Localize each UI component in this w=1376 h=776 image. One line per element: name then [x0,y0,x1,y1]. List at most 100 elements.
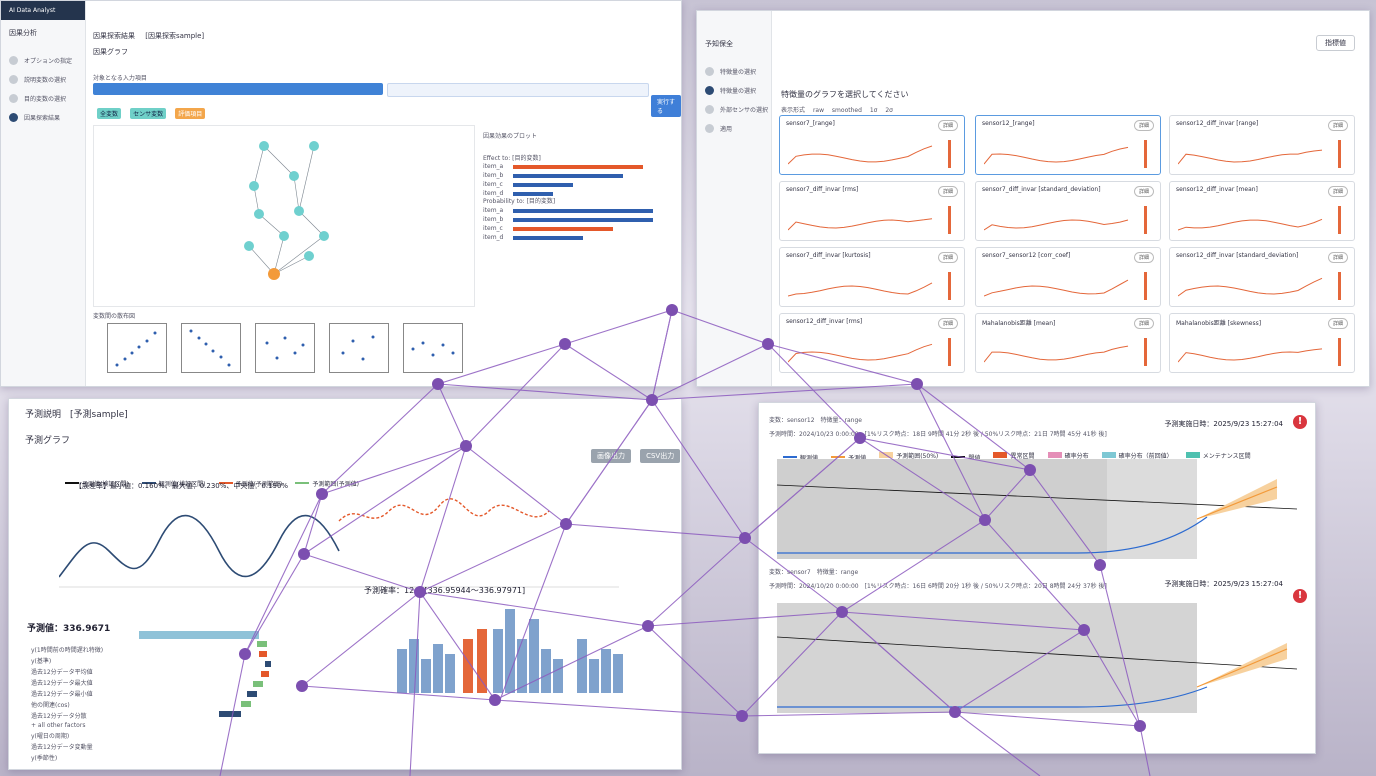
probability-histogram [397,609,623,693]
variable-bar[interactable] [93,83,383,95]
feature-card-sparkline [984,206,1147,234]
factor-item: y(季節性) [31,755,58,762]
alert-icon-2[interactable]: ! [1293,589,1307,603]
feature-card-title: Mahalanobis距離 [mean] [982,320,1056,327]
feature-card[interactable]: sensor12_diff_invar [mean] 詳細 [1169,181,1355,241]
feature-card[interactable]: sensor7_diff_invar [kurtosis] 詳細 [779,247,965,307]
forecast-1-time: 予測実施日時：2025/9/23 15:27:04 [1164,420,1283,428]
feature-card-button[interactable]: 詳細 [937,186,958,197]
feature-card[interactable]: sensor7_diff_invar [rms] 詳細 [779,181,965,241]
step-2[interactable]: 説明変数の選択 [9,75,85,84]
mt-step-2[interactable]: 特徴量の選択 [705,86,771,95]
feature-card-title: sensor12_diff_invar [rms] [786,318,863,325]
causal-graph [93,125,475,307]
feature-card-button[interactable]: 詳細 [1327,252,1348,263]
forecast-1-chart [777,459,1297,559]
forecast-2-chart [777,603,1297,713]
page-title: 因果探索結果 [93,32,135,40]
factor-list: y(1時間前の時間遅れ特徴) y(基準) 過去12分データ平均値 過去12分データ最大… [31,643,103,764]
factor-item: + all other factors [31,722,86,729]
feature-card-button[interactable]: 詳細 [1133,252,1154,263]
feature-card[interactable]: Mahalanobis距離 [mean] 詳細 [975,313,1161,373]
tag-row: 全変数 センサ変数 評価項目 [97,101,209,120]
forecast-1-title: 変数：sensor12 特徴量：range [769,417,862,424]
prob-title: Probability to: [目的変数] [483,198,556,205]
feature-card[interactable]: sensor12_diff_invar [range] 詳細 [1169,115,1355,175]
feature-card-sparkline [788,272,951,300]
section-title: 因果グラフ [93,48,128,56]
pred-section: 予測グラフ [25,436,71,446]
pred-header: 予測説明 [予測sample] [25,410,128,420]
effect-plot-title: 因果効果のプロット [483,133,538,140]
feature-card-sparkline [984,140,1147,168]
feature-card[interactable]: sensor7_diff_invar [standard_deviation] 詳… [975,181,1161,241]
alert-icon[interactable]: ! [1293,415,1307,429]
error-stats: 【誤差率】最小値：0.160%、最大値：0.230%、中央値：0.190% [75,482,289,490]
step-3[interactable]: 目的変数の選択 [9,94,85,103]
factor-item: y(基準) [31,658,52,665]
feature-card-button[interactable]: 詳細 [1133,120,1154,131]
variable-bar-2[interactable] [387,83,649,97]
feature-card-button[interactable]: 詳細 [1133,318,1154,329]
feature-card-sparkline [1178,272,1341,300]
feature-card[interactable]: sensor12_diff_invar [standard_deviation]… [1169,247,1355,307]
feature-card-sparkline [984,272,1147,300]
feature-card[interactable]: Mahalanobis距離 [skewness] 詳細 [1169,313,1355,373]
pred-value: 予測値：336.9671 [27,624,111,634]
mt-step-4[interactable]: 適用 [705,124,771,133]
feature-card-button[interactable]: 詳細 [1327,318,1348,329]
feature-card-sparkline [1178,206,1341,234]
scatter-row [107,323,463,373]
feature-card-sparkline [788,206,951,234]
feature-card[interactable]: sensor7_sensor12 [corr_coef] 詳細 [975,247,1161,307]
mt-header: 特徴量のグラフを選択してください [781,90,909,99]
hist-title: 予測確率：12.5 [336.95944～336.97971] [364,586,526,595]
feature-card-button[interactable]: 詳細 [937,120,958,131]
feature-card-title: sensor7_sensor12 [corr_coef] [982,252,1071,259]
feature-card-button[interactable]: 詳細 [937,252,958,263]
scatter-5 [403,323,463,373]
feature-card-button[interactable]: 詳細 [1327,120,1348,131]
factor-item: 過去12分データ変動量 [31,744,93,751]
feature-card-button[interactable]: 詳細 [1327,186,1348,197]
scatter-4 [329,323,389,373]
factor-item: y(1時間前の時間遅れ特徴) [31,647,104,654]
feature-card-sparkline [788,338,951,366]
feature-card[interactable]: sensor12_diff_invar [rms] 詳細 [779,313,965,373]
tag-eval[interactable]: 評価項目 [175,108,206,119]
csv-export-button[interactable]: CSV出力 [640,449,681,463]
effect-bars: item_a item_b item_c item_d [483,161,643,199]
step-1[interactable]: オプションの指定 [9,56,85,65]
feature-card-title: Mahalanobis距離 [skewness] [1176,320,1262,327]
mt-step-3[interactable]: 外部センサの選択 [705,105,771,114]
step-4[interactable]: 因果探索結果 [9,113,85,122]
feature-card-title: sensor12_diff_invar [mean] [1176,186,1258,193]
feature-card[interactable]: sensor12_[range] 詳細 [975,115,1161,175]
mt-sidebar-title: 予知保全 [705,40,733,48]
feature-card-title: sensor12_diff_invar [standard_deviation] [1176,252,1299,259]
feature-card-sparkline [1178,338,1341,366]
feature-card-sparkline [984,338,1147,366]
feature-card-sparkline [788,140,951,168]
feature-card-title: sensor7_diff_invar [kurtosis] [786,252,871,259]
mt-select[interactable]: 指標値 [1316,35,1355,51]
feature-card-button[interactable]: 詳細 [937,318,958,329]
tag-sensor[interactable]: センサ変数 [130,108,167,119]
page-header: 因果探索結果 [因果探索sample] [93,31,204,41]
tag-all[interactable]: 全変数 [97,108,122,119]
app-sidebar: AI Data Analyst 因果分析 オプションの指定 説明変数の選択 目的… [1,1,86,386]
feature-card[interactable]: sensor7_[range] 詳細 [779,115,965,175]
factor-item: 過去12分データ最小値 [31,691,93,698]
forecast-2-risk: 予測時間：2024/10/20 0:00:00 [1%リスク時点：16日 6時間… [769,583,1107,590]
mt-step-1[interactable]: 特徴量の選択 [705,67,771,76]
factor-item: 他の関連(cos) [31,702,70,709]
feature-card-title: sensor7_diff_invar [standard_deviation] [982,186,1101,193]
feature-card-title: sensor7_[range] [786,120,835,127]
feature-card-title: sensor12_[range] [982,120,1035,127]
var-label: 対象となる入力項目 [93,75,147,82]
app-title: AI Data Analyst [1,1,85,20]
run-button[interactable]: 実行する [651,95,681,117]
feature-card-button[interactable]: 詳細 [1133,186,1154,197]
causal-graph-svg [244,141,329,280]
image-export-button[interactable]: 画像出力 [591,449,631,463]
